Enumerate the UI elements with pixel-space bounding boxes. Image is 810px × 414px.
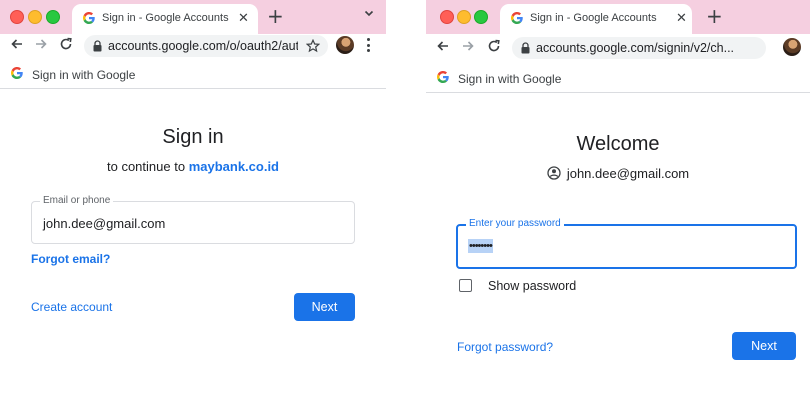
minimize-window-button[interactable] (457, 10, 471, 24)
sign-in-with-google-label: Sign in with Google (32, 68, 136, 82)
email-field[interactable]: Email or phone john.dee@gmail.com (31, 195, 355, 244)
google-g-icon (83, 12, 95, 24)
site-link[interactable]: maybank.co.id (189, 159, 279, 174)
page-title: Welcome (576, 133, 660, 155)
back-arrow-icon[interactable] (436, 39, 450, 53)
more-vert-icon[interactable] (367, 38, 370, 55)
chevron-down-icon[interactable] (364, 8, 374, 18)
subtitle: to continue to maybank.co.id (0, 159, 386, 174)
url-text: accounts.google.com/signin/v2/ch... (536, 41, 735, 55)
tab-title: Sign in - Google Accounts (530, 12, 657, 24)
plus-icon[interactable]: + (706, 5, 723, 27)
page-title: Sign in (162, 126, 224, 148)
address-bar[interactable]: accounts.google.com/o/oauth2/aut... (84, 35, 328, 57)
email-field-value: john.dee@gmail.com (43, 216, 166, 231)
close-window-button[interactable] (440, 10, 454, 24)
forward-arrow-icon[interactable] (461, 39, 475, 53)
tab-strip: Sign in - Google Accounts ✕ + (0, 0, 386, 34)
next-button[interactable]: Next (732, 332, 796, 360)
back-arrow-icon[interactable] (10, 37, 24, 51)
close-icon[interactable]: ✕ (238, 10, 249, 26)
browser-toolbar: accounts.google.com/signin/v2/ch... (426, 36, 810, 59)
browser-toolbar: accounts.google.com/o/oauth2/aut... (0, 34, 386, 57)
forward-arrow-icon[interactable] (34, 37, 48, 51)
sign-in-with-google-label: Sign in with Google (458, 72, 562, 86)
forgot-email-link[interactable]: Forgot email? (31, 252, 110, 266)
account-email: john.dee@gmail.com (566, 166, 690, 181)
account-circle-icon (547, 166, 561, 180)
sign-in-with-google-bar: Sign in with Google (426, 64, 810, 93)
google-g-icon (437, 71, 449, 83)
sign-in-with-google-bar: Sign in with Google (0, 60, 386, 89)
address-bar[interactable]: accounts.google.com/signin/v2/ch... (512, 37, 766, 59)
password-value: •••••••• (468, 239, 493, 253)
url-text: accounts.google.com/o/oauth2/aut... (108, 39, 298, 53)
tab-sign-in[interactable]: Sign in - Google Accounts ✕ (72, 4, 258, 34)
maximize-window-button[interactable] (474, 10, 488, 24)
account-chip[interactable]: john.dee@gmail.com (426, 165, 810, 183)
profile-avatar[interactable] (336, 36, 354, 54)
close-window-button[interactable] (10, 10, 24, 24)
reload-icon[interactable] (59, 37, 73, 51)
lock-icon (521, 42, 530, 54)
forgot-password-link[interactable]: Forgot password? (457, 340, 553, 354)
google-g-icon (511, 12, 523, 24)
password-field[interactable]: Enter your password •••••••• (456, 218, 797, 269)
profile-avatar[interactable] (783, 38, 801, 56)
subtitle-prefix: to continue to (107, 159, 186, 174)
close-icon[interactable]: ✕ (676, 10, 687, 26)
minimize-window-button[interactable] (28, 10, 42, 24)
next-button[interactable]: Next (294, 293, 355, 321)
tab-title: Sign in - Google Accounts (102, 12, 229, 24)
password-field-label: Enter your password (466, 218, 564, 230)
google-g-icon (11, 67, 23, 79)
browser-window-left: Sign in - Google Accounts ✕ + accounts.g… (0, 0, 386, 414)
create-account-link[interactable]: Create account (31, 300, 112, 314)
lock-icon (93, 40, 102, 52)
show-password-label[interactable]: Show password (488, 279, 576, 293)
tab-strip: Sign in - Google Accounts ✕ + (426, 0, 810, 34)
plus-icon[interactable]: + (267, 5, 284, 27)
show-password-checkbox[interactable] (459, 279, 472, 292)
browser-window-right: Sign in - Google Accounts ✕ + accounts.g… (426, 0, 810, 414)
reload-icon[interactable] (487, 39, 501, 53)
star-icon[interactable] (306, 39, 320, 53)
maximize-window-button[interactable] (46, 10, 60, 24)
tab-sign-in[interactable]: Sign in - Google Accounts ✕ (500, 4, 692, 34)
email-field-label: Email or phone (40, 195, 114, 207)
